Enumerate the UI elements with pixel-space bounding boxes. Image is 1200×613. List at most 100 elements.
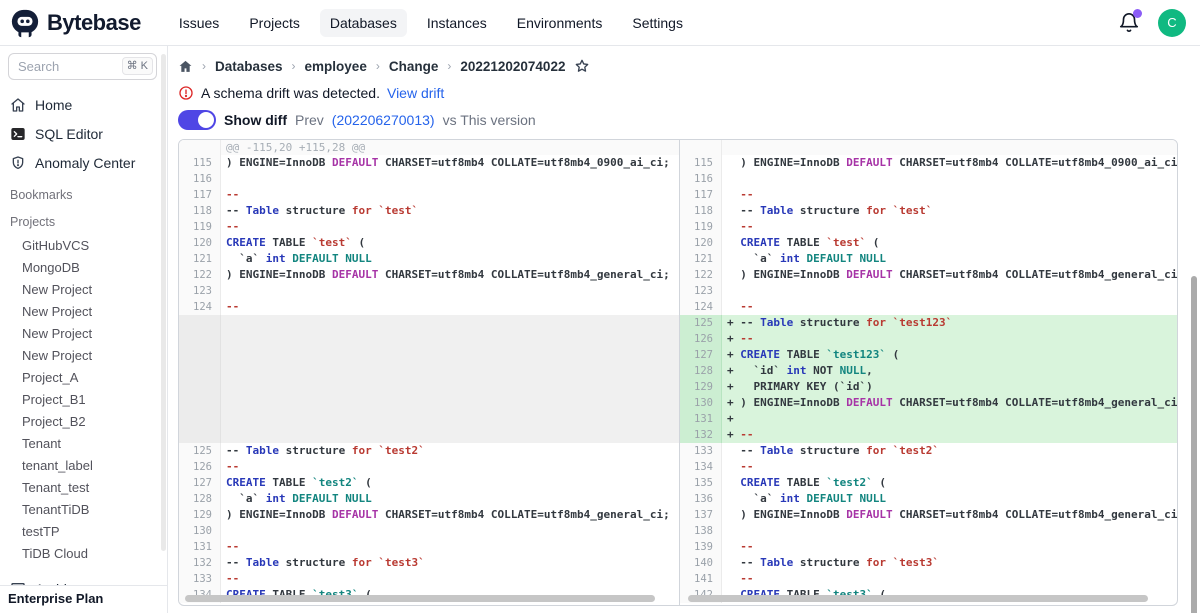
nav-item-instances[interactable]: Instances — [417, 9, 497, 37]
diff-row: 141 -- — [680, 571, 1177, 587]
breadcrumb-item[interactable]: employee — [305, 59, 367, 74]
shield-alert-icon — [10, 155, 26, 171]
code-line: + `id` int NOT NULL, — [722, 363, 873, 379]
sidebar-section-bookmarks[interactable]: Bookmarks — [0, 186, 167, 204]
notifications-button[interactable] — [1118, 12, 1140, 34]
sidebar-item-anomaly-center[interactable]: Anomaly Center — [0, 148, 167, 177]
avatar[interactable]: C — [1158, 9, 1186, 37]
line-number: 127 — [680, 347, 722, 363]
sidebar-project-item[interactable]: Tenant — [0, 433, 167, 455]
sidebar-item-sql-editor[interactable]: SQL Editor — [0, 119, 167, 148]
diff-row: 116 — [680, 171, 1177, 187]
diff-row: 119 -- — [680, 219, 1177, 235]
code-line — [221, 427, 226, 443]
code-line: -- Table structure for `test2` — [722, 443, 939, 459]
sidebar-project-item[interactable]: tenant_label — [0, 455, 167, 477]
diff-row: 137 ) ENGINE=InnoDB DEFAULT CHARSET=utf8… — [680, 507, 1177, 523]
diff-row: 132+ -- — [680, 427, 1177, 443]
code-line: -- Table structure for `test3` — [221, 555, 425, 571]
line-number: 122 — [179, 267, 221, 283]
breadcrumb-home-icon[interactable] — [178, 59, 193, 74]
sidebar-project-item[interactable]: New Project — [0, 345, 167, 367]
breadcrumb-item[interactable]: Databases — [215, 59, 283, 74]
sidebar-item-label: SQL Editor — [35, 126, 103, 142]
horizontal-scrollbar-left-pane[interactable] — [185, 595, 655, 602]
sidebar-project-item[interactable]: New Project — [0, 301, 167, 323]
diff-pane-previous: @@ -115,20 +115,28 @@115) ENGINE=InnoDB … — [179, 140, 679, 605]
diff-row: 134 -- — [680, 459, 1177, 475]
sidebar-project-item[interactable]: Project_B2 — [0, 411, 167, 433]
diff-row: 116 — [179, 171, 679, 187]
sidebar-section-projects[interactable]: Projects — [0, 213, 167, 231]
code-line: -- — [722, 219, 754, 235]
diff-row: 123 — [179, 283, 679, 299]
line-number: 137 — [680, 507, 722, 523]
prev-version-link[interactable]: (202206270013) — [332, 112, 435, 128]
diff-row: 124-- — [179, 299, 679, 315]
diff-row — [179, 379, 679, 395]
diff-row: 126+ -- — [680, 331, 1177, 347]
diff-row: 133 -- Table structure for `test2` — [680, 443, 1177, 459]
horizontal-scrollbar-right-pane[interactable] — [688, 595, 1148, 602]
line-number: 130 — [680, 395, 722, 411]
main-content: ›Databases›employee›Change›2022120207402… — [168, 46, 1200, 613]
line-number: 124 — [680, 299, 722, 315]
alert-text: A schema drift was detected. — [201, 85, 380, 101]
nav-item-settings[interactable]: Settings — [622, 9, 693, 37]
line-number: 139 — [680, 539, 722, 555]
alert-circle-icon — [178, 85, 194, 101]
line-number: 118 — [680, 203, 722, 219]
sidebar-project-item[interactable]: testTP — [0, 521, 167, 543]
breadcrumb-item[interactable]: Change — [389, 59, 439, 74]
diff-row: 125-- Table structure for `test2` — [179, 443, 679, 459]
code-line: -- — [722, 571, 754, 587]
diff-row: 132-- Table structure for `test3` — [179, 555, 679, 571]
sidebar-project-item[interactable]: Project_B1 — [0, 389, 167, 411]
sidebar-project-item[interactable]: Tenant_test — [0, 477, 167, 499]
line-number: 121 — [680, 251, 722, 267]
code-line — [221, 411, 226, 427]
line-number: 125 — [680, 315, 722, 331]
nav-item-environments[interactable]: Environments — [507, 9, 613, 37]
view-drift-link[interactable]: View drift — [387, 85, 444, 101]
sidebar-item-home[interactable]: Home — [0, 90, 167, 119]
breadcrumb-item[interactable]: 20221202074022 — [460, 59, 565, 74]
code-line: -- Table structure for `test` — [722, 203, 932, 219]
sidebar-project-item[interactable]: TiDB Cloud — [0, 543, 167, 565]
nav-item-databases[interactable]: Databases — [320, 9, 407, 37]
nav-item-issues[interactable]: Issues — [169, 9, 229, 37]
sidebar-project-item[interactable]: GitHubVCS — [0, 235, 167, 257]
schema-diff-viewer: @@ -115,20 +115,28 @@115) ENGINE=InnoDB … — [178, 139, 1178, 606]
line-number: 116 — [179, 171, 221, 187]
diff-toolbar: Show diff Prev (202206270013) vs This ve… — [178, 109, 1200, 131]
code-line: ) ENGINE=InnoDB DEFAULT CHARSET=utf8mb4 … — [221, 155, 670, 171]
sidebar-project-item[interactable]: New Project — [0, 323, 167, 345]
diff-row — [179, 347, 679, 363]
sidebar-project-item[interactable]: New Project — [0, 279, 167, 301]
bytebase-logo[interactable]: Bytebase — [10, 8, 141, 38]
sidebar-project-item[interactable]: Project_A — [0, 367, 167, 389]
code-line — [221, 523, 226, 539]
nav-item-projects[interactable]: Projects — [239, 9, 310, 37]
project-list: GitHubVCSMongoDBNew ProjectNew ProjectNe… — [0, 235, 167, 565]
sidebar-project-item[interactable]: TenantTiDB — [0, 499, 167, 521]
show-diff-label: Show diff — [224, 112, 287, 128]
line-number: 119 — [680, 219, 722, 235]
line-number: 117 — [680, 187, 722, 203]
prev-label: Prev — [295, 112, 324, 128]
show-diff-toggle[interactable] — [178, 110, 216, 130]
sidebar-item-label: Anomaly Center — [35, 155, 135, 171]
page-vertical-scrollbar[interactable] — [1191, 276, 1197, 613]
star-icon[interactable] — [574, 58, 590, 74]
diff-row: 120 CREATE TABLE `test` ( — [680, 235, 1177, 251]
line-number: 140 — [680, 555, 722, 571]
diff-row: 120CREATE TABLE `test` ( — [179, 235, 679, 251]
line-number: 122 — [680, 267, 722, 283]
sidebar-project-item[interactable]: MongoDB — [0, 257, 167, 279]
code-line: ) ENGINE=InnoDB DEFAULT CHARSET=utf8mb4 … — [221, 267, 670, 283]
code-line: -- — [221, 459, 239, 475]
code-line — [221, 395, 226, 411]
line-number — [179, 363, 221, 379]
diff-row: 118 -- Table structure for `test` — [680, 203, 1177, 219]
sidebar-scrollbar[interactable] — [161, 54, 166, 551]
